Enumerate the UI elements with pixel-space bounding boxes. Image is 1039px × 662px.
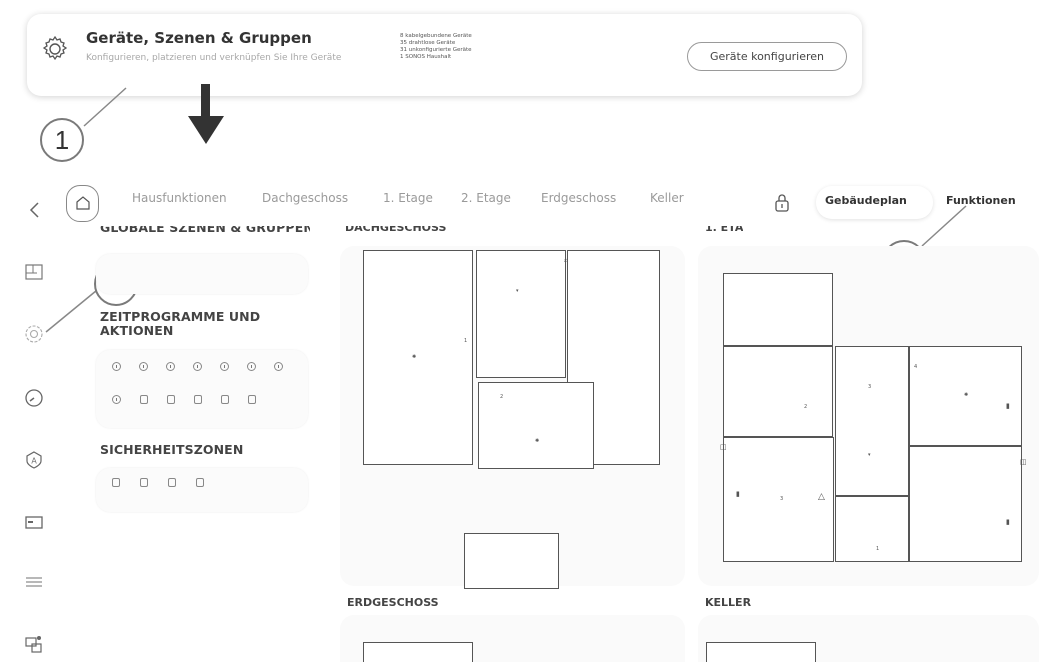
- schedule-icon[interactable]: [166, 362, 175, 371]
- floor-label-ground: ERDGESCHOSS: [347, 596, 439, 609]
- room-number: 2: [500, 394, 504, 400]
- warning-icon[interactable]: △: [818, 492, 825, 502]
- floor-plan-first[interactable]: 2 3 4 3 1 ✺ ▾ △ ▮ ▮ ▮ ◫ ◫: [698, 246, 1039, 586]
- arrow-down-icon: [188, 84, 224, 144]
- room-number: 1: [876, 546, 880, 552]
- thermometer-icon[interactable]: ▮: [736, 490, 740, 498]
- room[interactable]: [723, 346, 833, 437]
- schedules-grid: [96, 350, 308, 428]
- floor-plan-ground[interactable]: [340, 615, 685, 662]
- stat-wired: 8 kabelgebundene Geräte: [400, 33, 472, 39]
- display-icon[interactable]: [24, 512, 44, 532]
- room[interactable]: [478, 382, 594, 469]
- devices-icon[interactable]: [24, 634, 44, 654]
- action-icon[interactable]: [167, 395, 175, 404]
- schedule-icon[interactable]: [220, 362, 229, 371]
- schedule-icon[interactable]: [193, 362, 202, 371]
- tab-1-etage[interactable]: 1. Etage: [383, 191, 433, 205]
- floor-plan-attic[interactable]: 1 2 ✺ ✺ ▾ ⇄: [340, 246, 685, 589]
- shield-a-icon[interactable]: A: [24, 450, 44, 470]
- tab-erdgeschoss[interactable]: Erdgeschoss: [541, 191, 616, 205]
- room-number: 2: [804, 404, 808, 410]
- configure-devices-button[interactable]: Geräte konfigurieren: [687, 42, 847, 71]
- thermometer-icon[interactable]: ▮: [1006, 518, 1010, 526]
- card-title: Geräte, Szenen & Gruppen: [86, 29, 312, 47]
- room[interactable]: [835, 496, 909, 562]
- security-zone-icon[interactable]: [140, 478, 148, 487]
- card-subtitle: Konfigurieren, platzieren und verknüpfen…: [86, 53, 342, 63]
- stat-unconfigured: 31 unkonfigurierte Geräte: [400, 47, 472, 53]
- room[interactable]: [464, 533, 559, 589]
- device-stats: 8 kabelgebundene Geräte 35 drahtlose Ger…: [400, 33, 472, 61]
- lamp-icon[interactable]: ✺: [535, 438, 539, 444]
- svg-text:A: A: [31, 457, 37, 466]
- room[interactable]: [723, 273, 833, 346]
- room-number: 1: [464, 338, 468, 344]
- floor-label-attic: DACHGESCHOSS: [345, 226, 447, 234]
- home-button[interactable]: [66, 185, 99, 222]
- action-icon[interactable]: [140, 395, 148, 404]
- thermometer-icon[interactable]: ▮: [1006, 402, 1010, 410]
- floor-plan-basement[interactable]: [698, 615, 1039, 662]
- floor-label-basement: KELLER: [705, 596, 752, 609]
- schedule-icon[interactable]: [139, 362, 148, 371]
- lock-icon[interactable]: [774, 193, 790, 213]
- action-icon[interactable]: [248, 395, 256, 404]
- window-icon[interactable]: ◫: [720, 443, 727, 451]
- tab-dachgeschoss[interactable]: Dachgeschoss: [262, 191, 348, 205]
- room-number: 3: [868, 384, 872, 390]
- room[interactable]: [363, 250, 473, 465]
- stat-sonos: 1 SONOS Haushalt: [400, 54, 452, 60]
- lamp-icon[interactable]: ✺: [964, 392, 968, 398]
- schedule-icon[interactable]: [274, 362, 283, 371]
- schedule-icon[interactable]: [112, 362, 121, 371]
- stat-wireless: 35 drahtlose Geräte: [400, 40, 456, 46]
- floorplan-icon[interactable]: [24, 262, 44, 282]
- schedule-icon[interactable]: [112, 395, 121, 404]
- lamp-icon[interactable]: ✺: [412, 354, 416, 360]
- home-icon: [76, 196, 90, 210]
- tab-keller[interactable]: Keller: [650, 191, 684, 205]
- action-icon[interactable]: [221, 395, 229, 404]
- room[interactable]: [363, 642, 473, 662]
- room-number: 4: [914, 364, 918, 370]
- global-scenes-title: GLOBALE SZENEN & GRUPPEN: [100, 226, 310, 235]
- security-zones-title: SICHERHEITSZONEN: [100, 442, 244, 457]
- schedules-title: ZEITPROGRAMME UND AKTIONEN: [100, 309, 261, 338]
- menu-icon[interactable]: [24, 572, 44, 592]
- callout-1: 1: [40, 118, 84, 162]
- security-zone-icon[interactable]: [168, 478, 176, 487]
- room[interactable]: [909, 446, 1022, 562]
- tab-hausfunktionen[interactable]: Hausfunktionen: [132, 191, 227, 205]
- global-scenes-panel: [96, 254, 308, 294]
- schedule-icon[interactable]: [247, 362, 256, 371]
- gauge-icon[interactable]: [24, 388, 44, 408]
- floor-label-first: 1. ETA: [705, 226, 744, 234]
- back-icon[interactable]: [28, 200, 42, 220]
- blind-icon[interactable]: ⇄: [564, 258, 568, 264]
- room[interactable]: [835, 346, 909, 496]
- security-zone-icon[interactable]: [112, 478, 120, 487]
- room-number: 3: [780, 496, 784, 502]
- gebaeudeplan-label: Gebäudeplan: [825, 194, 907, 207]
- room[interactable]: [706, 642, 816, 662]
- room[interactable]: [476, 250, 566, 378]
- action-icon[interactable]: [194, 395, 202, 404]
- window-icon[interactable]: ◫: [1020, 458, 1027, 466]
- security-zone-icon[interactable]: [196, 478, 204, 487]
- tab-2-etage[interactable]: 2. Etage: [461, 191, 511, 205]
- security-zones-panel: [96, 468, 308, 512]
- fan-icon[interactable]: ▾: [868, 452, 871, 458]
- gear-icon: [42, 35, 68, 61]
- fan-icon[interactable]: ▾: [516, 288, 519, 294]
